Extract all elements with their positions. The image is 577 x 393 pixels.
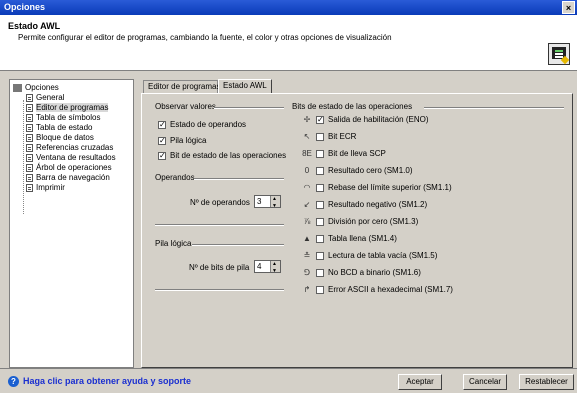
checkbox-icon: ✓: [158, 150, 166, 160]
checkbox-icon: [316, 285, 324, 294]
carry-icon: 8E: [302, 149, 312, 158]
tree-item-referencias-cruzadas[interactable]: Referencias cruzadas: [26, 143, 113, 153]
pila-spinner[interactable]: 4: [254, 259, 281, 277]
tree-item-editor-de-programas[interactable]: Editor de programas: [26, 103, 109, 113]
divider: [155, 224, 284, 226]
tab-editor-de-programas[interactable]: Editor de programas: [143, 80, 220, 93]
overflow-icon: ◠: [303, 183, 311, 192]
checkbox-icon: [316, 217, 324, 226]
spinner-arrows-icon[interactable]: [270, 259, 280, 277]
editor-settings-icon: [548, 43, 570, 65]
window-title: Opciones: [4, 2, 46, 12]
observar-title: Observar valores: [155, 102, 216, 111]
checkbox-tabla-vacia[interactable]: ≛ Lectura de tabla vacía (SM1.5): [302, 251, 438, 261]
checkbox-icon: ✓: [158, 119, 166, 129]
checkbox-bit-estado[interactable]: ✓ Bit de estado de las operaciones: [158, 151, 286, 161]
page-title: Estado AWL: [8, 21, 61, 31]
negative-icon: ↙: [303, 200, 311, 209]
divider: [424, 107, 564, 109]
page-icon: [26, 113, 33, 122]
help-link[interactable]: ? Haga clic para obtener ayuda y soporte: [8, 376, 191, 387]
page-icon: [26, 143, 33, 152]
page-icon: [26, 153, 33, 162]
pila-title: Pila lógica: [155, 239, 192, 248]
tree-root-label: Opciones: [25, 83, 59, 92]
bits-title: Bits de estado de las operaciones: [292, 102, 413, 111]
checkbox-rebase-limite[interactable]: ◠ Rebase del límite superior (SM1.1): [302, 183, 452, 193]
checkbox-icon: ✓: [158, 135, 166, 145]
divider: [214, 107, 284, 109]
checkbox-division-cero[interactable]: ⅞ División por cero (SM1.3): [302, 217, 419, 227]
options-folder-icon: [13, 83, 22, 92]
divider: [194, 178, 284, 180]
checkbox-bit-lleva[interactable]: 8E Bit de lleva SCP: [302, 149, 386, 159]
ecr-icon: ↖: [303, 132, 311, 141]
checkbox-pila-logica[interactable]: ✓ Pila lógica: [158, 136, 206, 146]
table-empty-icon: ≛: [303, 251, 311, 260]
tree-item-arbol-de-operaciones[interactable]: Árbol de operaciones: [26, 163, 112, 173]
page-icon: [26, 123, 33, 132]
eno-icon: ✢: [303, 115, 311, 124]
tab-panel: Observar valores ✓ Estado de operandos ✓ P…: [141, 93, 573, 368]
page-icon: [26, 103, 33, 112]
checkbox-icon: [316, 166, 324, 175]
divider: [192, 244, 284, 246]
close-icon[interactable]: ×: [562, 1, 575, 14]
title-bar: Opciones ×: [0, 0, 577, 15]
checkbox-bit-ecr[interactable]: ↖ Bit ECR: [302, 132, 357, 142]
page-icon: [26, 183, 33, 192]
tree-item-general[interactable]: General: [26, 93, 64, 103]
spinner-arrows-icon[interactable]: [270, 194, 280, 212]
tree-item-barra-de-navegacion[interactable]: Barra de navegación: [26, 173, 110, 183]
page-icon: [26, 163, 33, 172]
checkbox-error-ascii[interactable]: ↱ Error ASCII a hexadecimal (SM1.7): [302, 285, 453, 295]
divider: [155, 289, 284, 291]
checkbox-resultado-negativo[interactable]: ↙ Resultado negativo (SM1.2): [302, 200, 428, 210]
checkbox-icon: [316, 234, 324, 243]
tree-root[interactable]: Opciones: [13, 83, 59, 93]
checkbox-salida-habilitacion[interactable]: ✢ ✓ Salida de habilitación (ENO): [302, 115, 429, 125]
checkbox-icon: [316, 251, 324, 260]
checkbox-icon: [316, 268, 324, 277]
checkbox-icon: [316, 183, 324, 192]
bits-list: ✢ ✓ Salida de habilitación (ENO) ↖ Bit ECR …: [302, 115, 562, 305]
tree-item-ventana-de-resultados[interactable]: Ventana de resultados: [26, 153, 116, 163]
restablecer-button[interactable]: Restablecer: [519, 374, 574, 390]
tree-item-tabla-de-simbolos[interactable]: Tabla de símbolos: [26, 113, 100, 123]
aceptar-button[interactable]: Aceptar: [398, 374, 442, 390]
table-full-icon: ▲: [303, 234, 311, 243]
checkbox-resultado-cero[interactable]: 0 Resultado cero (SM1.0): [302, 166, 413, 176]
zero-icon: 0: [304, 166, 310, 175]
tab-estado-awl[interactable]: Estado AWL: [218, 79, 272, 94]
pila-label: Nº de bits de pila: [189, 263, 250, 272]
options-tree[interactable]: Opciones General Editor de programas Tab…: [9, 79, 134, 368]
checkbox-estado-operandos[interactable]: ✓ Estado de operandos: [158, 120, 246, 130]
checkbox-no-bcd[interactable]: ⅁ No BCD a binario (SM1.6): [302, 268, 421, 278]
checkbox-tabla-llena[interactable]: ▲ Tabla llena (SM1.4): [302, 234, 397, 244]
page-icon: [26, 173, 33, 182]
operandos-title: Operandos: [155, 173, 195, 182]
checkbox-icon: [316, 132, 324, 141]
checkbox-icon: [316, 149, 324, 158]
ascii-error-icon: ↱: [303, 285, 311, 294]
division-icon: ⅞: [303, 217, 311, 226]
page-icon: [26, 133, 33, 142]
tree-item-imprimir[interactable]: Imprimir: [26, 183, 65, 193]
operandos-label: Nº de operandos: [190, 198, 250, 207]
footer-bar: ? Haga clic para obtener ayuda y soporte …: [0, 368, 577, 393]
page-icon: [26, 93, 33, 102]
help-icon: ?: [8, 376, 19, 387]
checkbox-icon: [316, 200, 324, 209]
bcd-icon: ⅁: [303, 268, 311, 277]
header-panel: Estado AWL Permite configurar el editor …: [0, 15, 577, 71]
tree-item-tabla-de-estado[interactable]: Tabla de estado: [26, 123, 93, 133]
operandos-spinner[interactable]: 3: [254, 194, 281, 212]
checkbox-icon: ✓: [316, 114, 324, 124]
tree-connector: [23, 100, 25, 214]
tree-item-bloque-de-datos[interactable]: Bloque de datos: [26, 133, 94, 143]
page-description: Permite configurar el editor de programa…: [18, 33, 392, 42]
cancelar-button[interactable]: Cancelar: [463, 374, 507, 390]
